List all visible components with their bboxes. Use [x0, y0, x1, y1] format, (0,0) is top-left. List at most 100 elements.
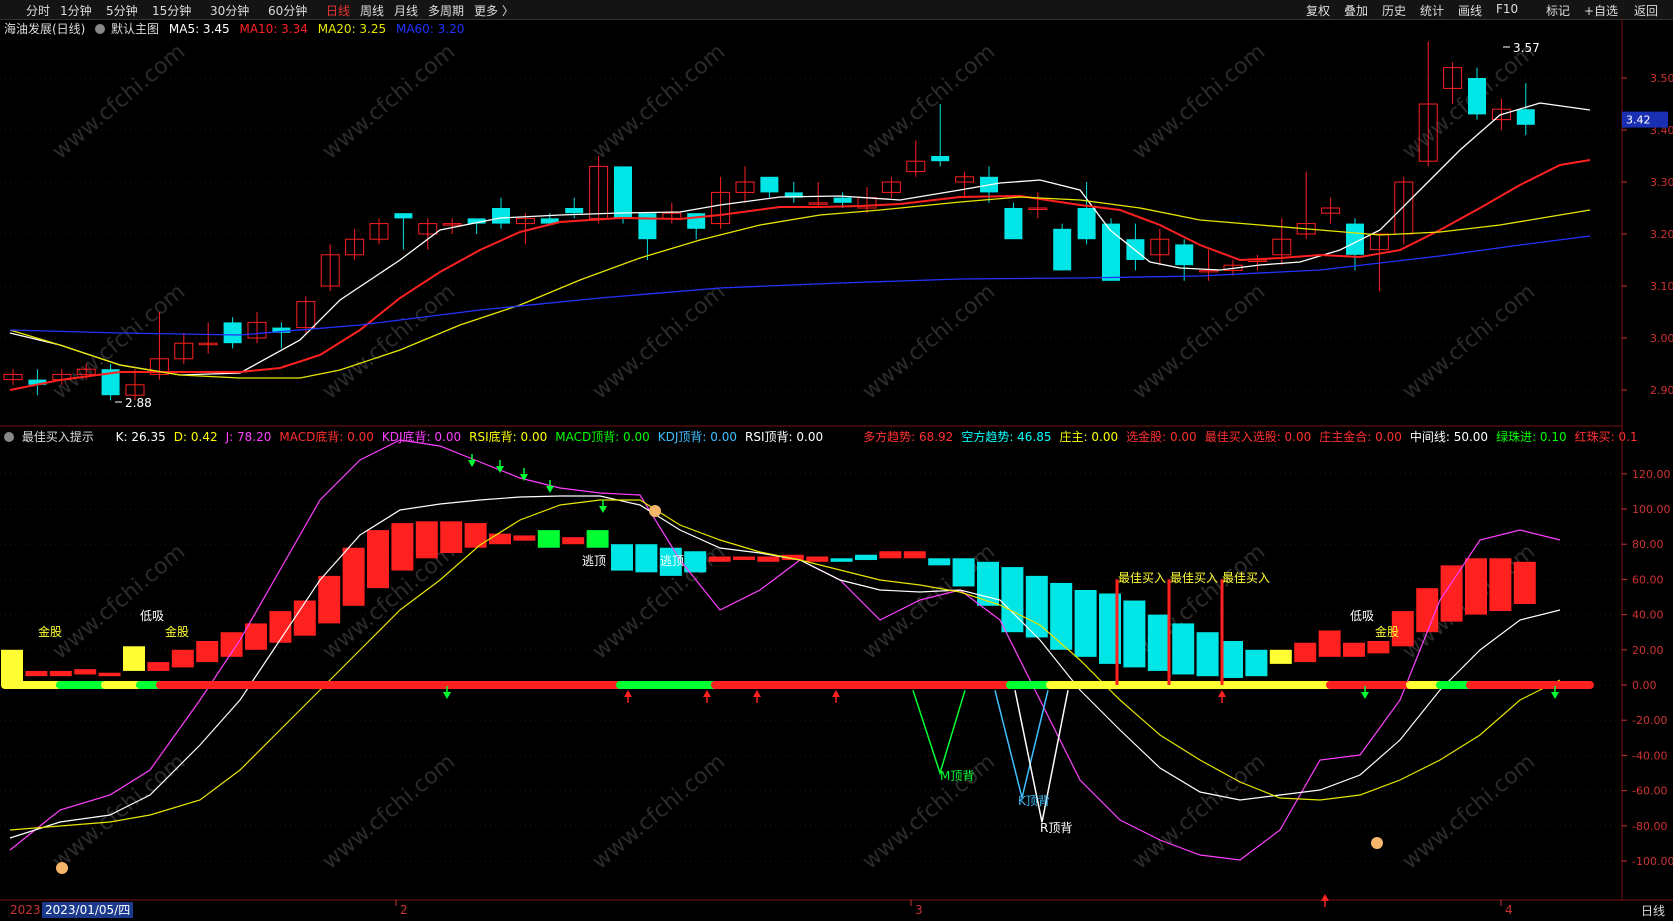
candle-down: [1077, 208, 1096, 240]
indicator-bar: [1416, 588, 1439, 633]
signal-m-top: M顶背: [940, 769, 974, 783]
price-axis-label: 3.10: [1650, 280, 1673, 293]
candle-down: [223, 322, 242, 344]
price-axis-label: 3.30: [1650, 176, 1673, 189]
indicator-bar: [293, 600, 316, 636]
signal-low-buy: 低吸: [140, 609, 164, 623]
signal-escape-top: 逃顶: [660, 554, 684, 568]
price-axis-label: 3.20: [1650, 228, 1673, 241]
candle-down: [394, 213, 413, 219]
watermark-text: www.cfchi.com: [1398, 749, 1540, 874]
chart-canvas[interactable]: www.cfchi.com www.cfchi.com www.cfchi.com w…: [0, 0, 1673, 921]
low-price-label: 2.88: [125, 396, 152, 410]
indicator-bar: [1245, 649, 1268, 677]
ind-axis-label: 0.00: [1632, 679, 1657, 692]
indicator-bar: [1050, 582, 1073, 650]
signal-low-buy: 低吸: [1350, 609, 1374, 623]
watermark-text: www.cfchi.com: [318, 749, 460, 874]
ind-axis-label: 60.00: [1632, 573, 1664, 586]
k-top-marker: [994, 690, 1049, 798]
indicator-bar: [49, 670, 72, 677]
indicator-bar: [1147, 614, 1170, 671]
indicator-bar: [855, 554, 877, 561]
candle-down: [760, 176, 779, 193]
signal-escape-top: 逃顶: [582, 554, 606, 568]
ind-axis-label: 40.00: [1632, 609, 1664, 622]
indicator-bar: [733, 556, 755, 561]
watermark-text: www.cfchi.com: [588, 749, 730, 874]
signal-best-buy: 最佳买入: [1118, 571, 1166, 585]
watermark-text: www.cfchi.com: [48, 539, 190, 664]
candle-down: [565, 208, 584, 214]
indicator-bar: [1465, 558, 1487, 615]
candle-down: [1053, 228, 1072, 271]
watermark-text: www.cfchi.com: [858, 749, 1000, 874]
candle-down: [687, 213, 706, 229]
indicator-bar: [1318, 630, 1341, 657]
indicator-bar: [830, 558, 853, 562]
indicator-bar: [1489, 558, 1512, 612]
signal-gold: 金股: [1375, 624, 1399, 639]
ind-axis-label: 80.00: [1632, 538, 1664, 551]
indicator-bar: [1172, 623, 1195, 675]
watermark-text: www.cfchi.com: [48, 39, 190, 164]
ind-axis-label: -40.00: [1632, 749, 1667, 762]
cursor-hand-icon: [649, 505, 661, 517]
indicator-bar: [1001, 567, 1024, 633]
indicator-bar: [464, 523, 487, 548]
d-line: [9, 499, 1561, 831]
ind-axis-label: -20.00: [1632, 714, 1667, 727]
k-line: [9, 495, 1561, 839]
ind-axis-label: -100.00: [1632, 855, 1673, 868]
watermark-text: www.cfchi.com: [858, 279, 1000, 404]
indicator-bar: [806, 556, 829, 562]
indicator-bar: [1221, 641, 1243, 678]
indicator-bar: [74, 669, 97, 675]
indicator-bar: [1513, 561, 1536, 605]
price-axis-label: 3.50: [1650, 72, 1673, 85]
indicator-bar: [171, 649, 194, 668]
indicator-bar: [635, 544, 658, 573]
indicator-bar: [1269, 649, 1292, 664]
ind-axis-label: -60.00: [1632, 785, 1667, 798]
signal-k-top: K顶背: [1018, 794, 1050, 808]
price-axis-label: 3.00: [1650, 332, 1673, 345]
indicator-bar: [489, 533, 511, 545]
cursor-hand-icon: [56, 862, 68, 874]
watermark-text: www.cfchi.com: [588, 279, 730, 404]
watermark-text: www.cfchi.com: [318, 39, 460, 164]
indicator-bar: [1, 649, 23, 685]
candle-down: [1004, 208, 1023, 240]
period-label: 日线: [1640, 904, 1665, 918]
signal-gold: 金股: [165, 624, 189, 639]
indicator-bar: [123, 646, 145, 671]
price-axis-label: 2.90: [1650, 384, 1673, 397]
indicator-bar: [1343, 642, 1365, 657]
indicator-bar: [245, 623, 267, 650]
candle-down: [1468, 78, 1486, 115]
indicator-bar: [342, 547, 365, 606]
indicator-bar: [928, 558, 951, 566]
indicator-bar: [98, 672, 121, 677]
indicator-bar: [1367, 641, 1390, 654]
signal-gold: 金股: [38, 624, 62, 639]
watermark-text: www.cfchi.com: [1128, 749, 1270, 874]
watermark-text: www.cfchi.com: [48, 749, 190, 874]
month-label: 4: [1505, 903, 1513, 917]
current-price-label: 3.42: [1626, 114, 1651, 127]
candle-down: [614, 166, 632, 219]
indicator-bar: [1074, 589, 1097, 657]
indicator-bar: [708, 556, 731, 562]
ind-axis-label: 100.00: [1632, 503, 1671, 516]
indicator-bar: [318, 575, 341, 624]
indicator-bar: [1123, 600, 1146, 668]
candle-down: [492, 208, 510, 224]
indicator-bar: [440, 521, 463, 553]
m-top-marker: [912, 690, 966, 776]
watermark-text: www.cfchi.com: [1398, 279, 1540, 404]
signal-best-buy: 最佳买入: [1222, 571, 1270, 585]
indicator-bar: [513, 535, 536, 541]
high-price-label: 3.57: [1513, 41, 1540, 55]
indicator-bar: [147, 662, 170, 671]
ind-axis-label: -80.00: [1632, 820, 1667, 833]
